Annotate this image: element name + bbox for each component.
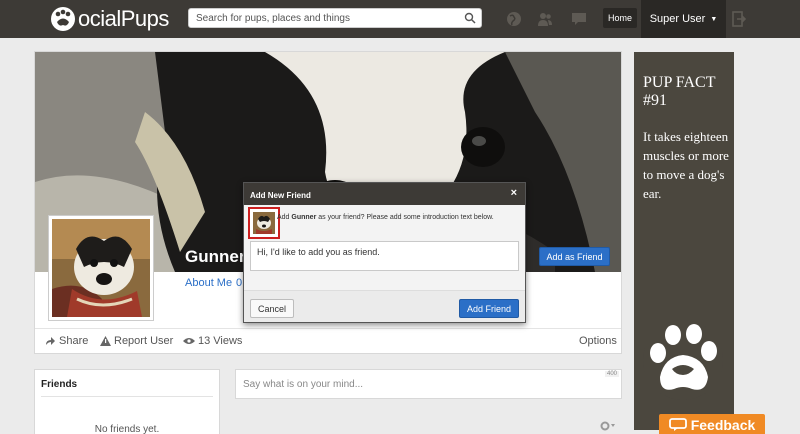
search-input[interactable]	[189, 9, 449, 27]
warning-icon	[100, 336, 111, 346]
logout-icon[interactable]	[732, 11, 746, 27]
friends-icon[interactable]	[537, 11, 553, 27]
friends-empty-text: No friends yet.	[94, 424, 160, 434]
modal-friend-thumbnail	[248, 207, 280, 239]
caret-down-icon: ▼	[710, 15, 718, 23]
socialpups-logo[interactable]: ocialPups	[50, 5, 169, 33]
profile-actions-bar: Share Report User 13 Views Options	[35, 328, 621, 354]
profile-avatar[interactable]	[48, 215, 154, 321]
modal-footer: Cancel Add Friend	[244, 290, 525, 322]
globe-icon[interactable]	[506, 11, 522, 27]
user-menu-label: Super User	[649, 13, 706, 25]
pup-fact-panel: PUP FACT #91 It takes eighteen muscles o…	[634, 52, 734, 430]
feedback-tab[interactable]: Feedback	[659, 414, 765, 434]
cancel-button[interactable]: Cancel	[250, 299, 294, 318]
char-count-badge: 400	[604, 371, 619, 377]
modal-close-button[interactable]: ×	[511, 187, 517, 199]
share-action[interactable]: Share	[45, 335, 88, 347]
views-label: 13 Views	[198, 335, 243, 347]
status-post-placeholder: Say what is on your mind...	[243, 379, 364, 390]
share-label: Share	[59, 335, 89, 347]
friends-title: Friends	[41, 379, 78, 390]
views-count: 13 Views	[183, 335, 242, 347]
chat-bubble-icon	[668, 418, 687, 431]
search-bar[interactable]	[188, 8, 482, 28]
messages-icon[interactable]	[571, 11, 587, 27]
eye-icon	[183, 338, 195, 344]
top-navbar: ocialPups Home Super User ▼	[0, 0, 800, 38]
pup-fact-title: PUP FACT #91	[643, 74, 716, 109]
prompt-prefix: Add	[277, 214, 292, 221]
modal-header: Add New Friend	[244, 183, 525, 205]
feedback-label: Feedback	[690, 417, 756, 433]
share-icon	[46, 337, 55, 345]
add-friend-modal: Add New Friend × Add Gunner as your frie…	[243, 182, 526, 323]
friends-panel: Friends No friends yet.	[34, 369, 220, 434]
introduction-textarea[interactable]: Hi, I'd like to add you as friend.	[250, 241, 519, 271]
settings-gear-icon[interactable]	[600, 421, 616, 431]
paw-print-icon	[643, 320, 723, 400]
options-menu[interactable]: Options	[579, 335, 617, 347]
add-as-friend-button[interactable]: Add as Friend	[539, 247, 610, 266]
modal-dog-thumbnail-image	[253, 212, 275, 234]
profile-name: Gunner	[185, 247, 246, 266]
about-count[interactable]: 0	[236, 277, 242, 289]
status-post-box[interactable]: Say what is on your mind... 400	[235, 369, 622, 399]
report-user-action[interactable]: Report User	[100, 335, 173, 347]
search-icon[interactable]	[464, 12, 476, 24]
home-button[interactable]: Home	[603, 8, 637, 28]
options-label: Options	[579, 335, 617, 347]
report-user-label: Report User	[114, 335, 174, 347]
add-friend-button[interactable]: Add Friend	[459, 299, 519, 318]
modal-prompt: Add Gunner as your friend? Please add so…	[277, 214, 494, 221]
logo-text: ocialPups	[78, 6, 169, 31]
user-menu-button[interactable]: Super User ▼	[641, 0, 726, 38]
pup-fact-body: It takes eighteen muscles or more to mov…	[643, 129, 729, 201]
about-me-link[interactable]: About Me	[185, 277, 232, 289]
modal-title: Add New Friend	[250, 191, 311, 200]
paw-logo-icon	[51, 7, 75, 31]
avatar-dog-image	[52, 219, 150, 317]
friends-divider	[41, 396, 213, 397]
prompt-name: Gunner	[291, 214, 317, 221]
prompt-suffix: as your friend? Please add some introduc…	[316, 214, 494, 221]
